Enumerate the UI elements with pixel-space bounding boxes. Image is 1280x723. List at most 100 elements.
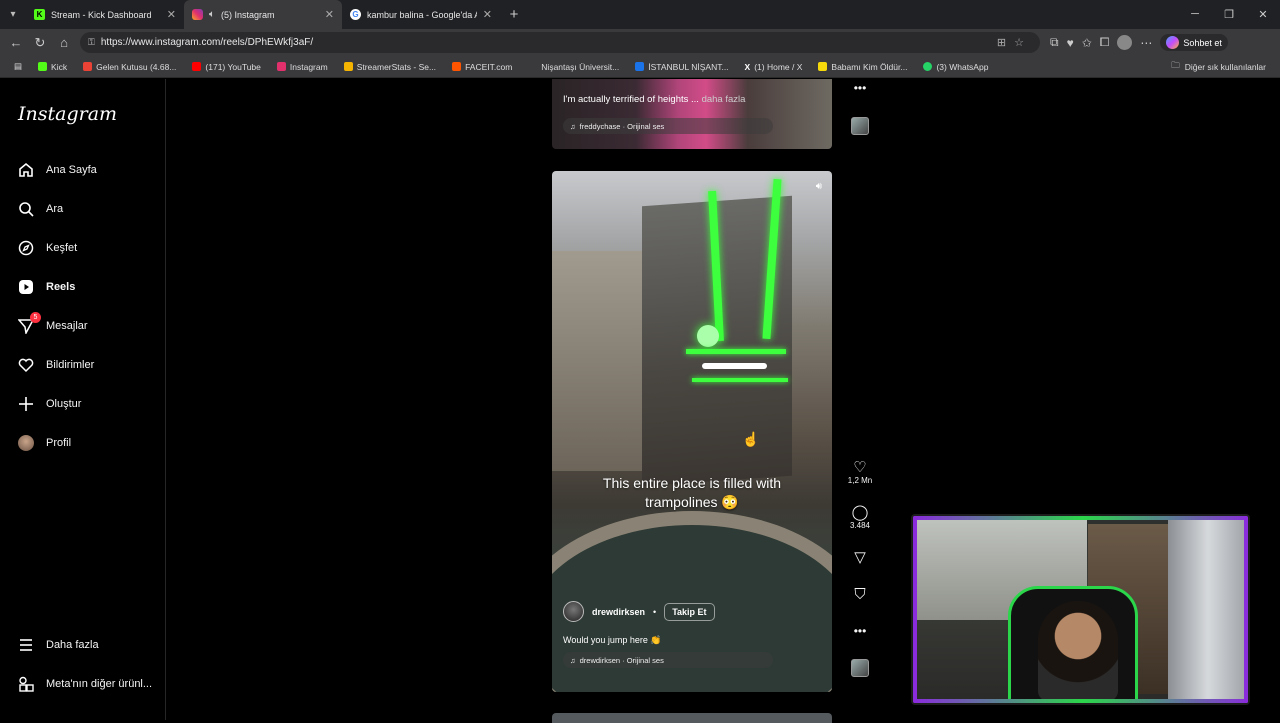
more-link[interactable]: daha fazla [702,94,746,105]
apps-icon[interactable]: ⊞ [997,37,1014,49]
copilot-icon [1166,36,1180,49]
bookmark-instagram[interactable]: Instagram [269,62,336,72]
comment-count: 3.484 [849,521,871,530]
nav-notifications[interactable]: Bildirimler [18,357,94,373]
restore-icon[interactable]: ❐ [1212,8,1246,21]
bookmark-other-folder[interactable]: 🗀︎ Diğer sık kullanılanlar [1163,60,1274,74]
audio-pill[interactable]: ♫ drewdirksen · Orijinal ses [563,652,773,668]
next-reel[interactable] [552,713,832,723]
bookmark-youtube[interactable]: (171) YouTube [184,62,268,72]
copilot-button[interactable]: Sohbet et [1160,34,1228,51]
nav-label: Daha fazla [46,639,99,651]
extensions-icon[interactable]: ⧉ [1050,35,1059,50]
browser-essentials-icon[interactable]: ♥ [1067,36,1074,50]
close-tab-icon[interactable]: ✕ [167,8,176,21]
tab-kick-dashboard[interactable]: K Stream - Kick Dashboard ✕ [26,0,184,29]
nav-reels[interactable]: Reels [18,279,75,295]
bookmark-label: Instagram [289,61,328,72]
bookmark-gmail[interactable]: Gelen Kutusu (4.68... [75,62,184,72]
nav-label: Oluştur [46,398,82,410]
nav-label: Reels [46,281,76,293]
bookmark-label: İSTANBUL NİŞANT... [648,61,729,72]
home-icon [18,162,34,178]
audio-thumbnail[interactable] [851,659,869,677]
new-tab-button[interactable]: + [500,6,528,23]
tab-title: Stream - Kick Dashboard [51,9,152,20]
profile-avatar [18,435,34,451]
bookmarks-bar: ▤ Kick Gelen Kutusu (4.68... (171) YouTu… [0,56,1280,78]
bookmark-faceit[interactable]: FACEIT.com [444,62,520,72]
address-bar-row: ← ↻ ⌂ ⚿ https://www.instagram.com/reels/… [0,29,1280,56]
home-icon[interactable]: ⌂ [52,35,76,50]
close-tab-icon[interactable]: ✕ [325,8,334,21]
bookmark-label: (171) YouTube [205,61,261,72]
nav-create[interactable]: Oluştur [18,396,81,412]
bookmark-kick[interactable]: Kick [30,62,75,72]
reel-author: drewdirksen • Takip Et [563,601,715,622]
music-note-icon: ♫ [570,121,576,131]
instagram-logo[interactable]: Instagram [18,103,117,125]
music-note-icon: ♫ [570,655,576,665]
x-icon: X [744,61,751,72]
video-scene [692,378,788,382]
copilot-label: Sohbet et [1183,37,1222,48]
bookmark-istanbul-nisantasi[interactable]: İSTANBUL NİŞANT... [627,62,736,72]
url-field[interactable]: ⚿ https://www.instagram.com/reels/DPhEWk… [80,32,1040,53]
tab-instagram[interactable]: 🔈︎ (5) Instagram ✕ [184,0,342,29]
bookmark-babami[interactable]: Babamı Kim Öldür... [810,62,915,72]
reload-icon[interactable]: ↻ [28,35,52,51]
back-icon[interactable]: ← [4,35,28,50]
bookmark-nisantasi[interactable]: Nişantaşı Üniversit... [520,62,627,72]
compass-icon [18,240,34,256]
heart-icon [18,357,34,373]
nav-search[interactable]: Ara [18,201,63,217]
site-info-icon[interactable]: ⚿ [88,37,95,48]
nav-profile[interactable]: Profil [18,435,71,451]
speaker-icon[interactable]: 🔈︎ [209,9,215,20]
current-reel-video[interactable]: 🔊︎ ☝ This entire place is filled with tr… [552,171,832,692]
previous-reel[interactable]: I'm actually terrified of heights ... da… [552,79,832,149]
bookmark-streamerstats[interactable]: StreamerStats - Se... [336,62,444,72]
window-controls: ─ ❐ ✕ [1178,8,1280,21]
nav-more[interactable]: Daha fazla [18,637,99,653]
nav-explore[interactable]: Keşfet [18,240,77,256]
youtube-icon [192,62,202,71]
more-options-icon[interactable]: ••• [846,624,874,638]
tab-google-search[interactable]: G kambur balina - Google'da Ara ✕ [342,0,500,29]
close-window-icon[interactable]: ✕ [1246,8,1280,21]
follow-button[interactable]: Takip Et [664,602,715,621]
volume-icon[interactable]: 🔊︎ [816,181,822,192]
author-avatar[interactable] [563,601,584,622]
minimize-icon[interactable]: ─ [1178,8,1212,21]
bookmark-whatsapp[interactable]: (3) WhatsApp [915,62,996,72]
profile-avatar[interactable] [1117,35,1133,50]
more-options-icon[interactable]: ••• [846,81,874,95]
nav-home[interactable]: Ana Sayfa [18,162,97,178]
favorites-icon[interactable]: ✩ [1082,36,1092,50]
folder-icon: 🗀︎ [1171,59,1180,70]
like-button[interactable]: ♡ 1,2 Mn [846,460,874,486]
close-tab-icon[interactable]: ✕ [483,8,492,21]
author-username[interactable]: drewdirksen [592,607,645,617]
reel-caption: I'm actually terrified of heights ... da… [563,94,745,105]
audio-pill[interactable]: ♫ freddychase · Orijinal ses [563,118,773,134]
bookmark-label: FACEIT.com [465,61,513,72]
bookmarks-menu-icon[interactable]: ▤ [6,61,30,72]
tab-list-button[interactable]: ▾ [0,0,26,29]
share-button[interactable]: ▽ [846,550,874,566]
instagram-icon [276,62,286,71]
nav-messages[interactable]: 5 Mesajlar [18,312,88,334]
collections-icon[interactable]: ⧠ [1100,35,1110,50]
bookmark-x[interactable]: X (1) Home / X [737,62,811,72]
favorite-star-icon[interactable]: ☆ [1014,37,1032,49]
comment-button[interactable]: ◯ 3.484 [846,505,874,531]
settings-more-icon[interactable]: ⋯ [1140,36,1152,50]
chart-icon [343,62,353,71]
save-button[interactable]: ⛉ [846,587,874,603]
nav-meta-products[interactable]: Meta'nın diğer ürünl... [18,676,152,692]
video-scene [686,349,786,354]
nav-label: Mesajlar [46,320,88,332]
tab-title: (5) Instagram [221,9,275,20]
audio-thumbnail[interactable] [851,117,869,135]
share-icon: ▽ [854,549,866,566]
